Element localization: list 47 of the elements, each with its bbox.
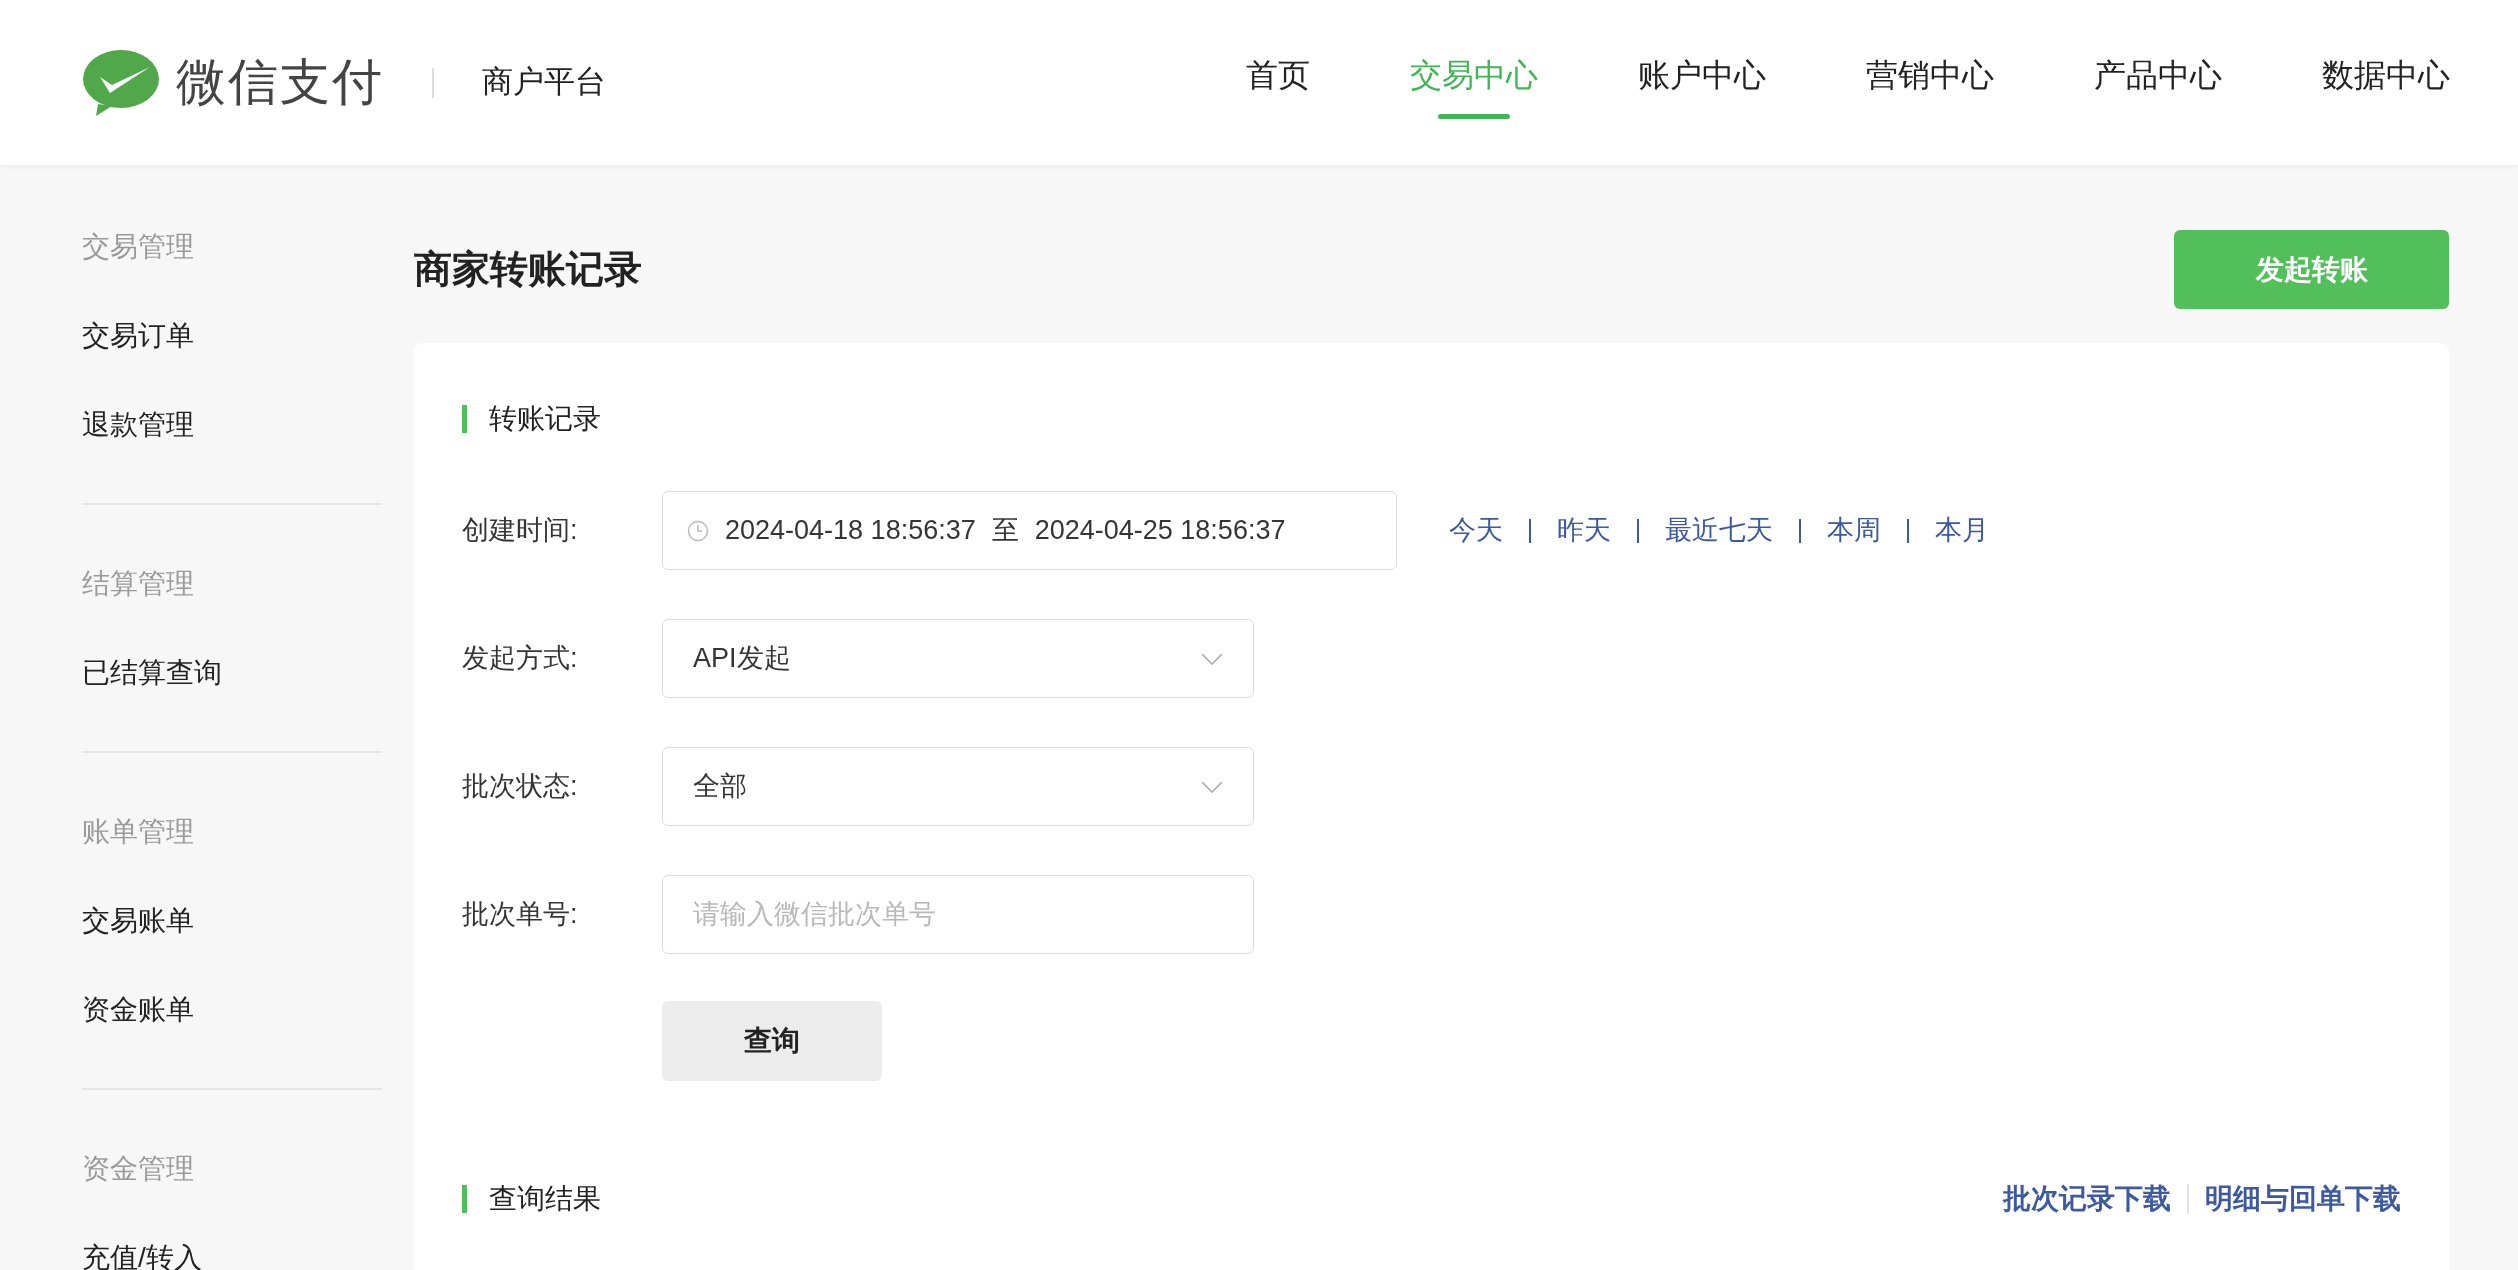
platform-name: 商户平台 — [482, 63, 606, 102]
nav-tab[interactable]: 首页 — [1246, 0, 1310, 149]
download-link[interactable]: 明细与回单下载 — [2205, 1178, 2401, 1220]
field-label: 批次单号: — [462, 898, 579, 932]
logo-icon — [82, 48, 160, 117]
select-field[interactable]: 全部 — [662, 747, 1254, 826]
end-date: 2024-04-25 18:56:37 — [1034, 514, 1286, 548]
range-separator: 至 — [991, 514, 1019, 548]
clock-icon — [687, 519, 709, 542]
sidebar-item[interactable]: 交易订单 — [82, 291, 382, 380]
download-link[interactable]: 批次记录下载 — [2003, 1178, 2171, 1220]
date-range-field[interactable]: 2024-04-18 18:56:37 至 2024-04-25 18:56:37 — [662, 491, 1397, 570]
section-accent-bar — [462, 405, 467, 433]
select-value: 全部 — [693, 770, 747, 804]
input-field[interactable]: 请输入微信批次单号 — [662, 875, 1254, 954]
sidebar-group-title: 资金管理 — [82, 1151, 195, 1186]
nav-tab[interactable]: 营销中心 — [1866, 0, 1994, 149]
date-shortcut-link[interactable]: 本周 — [1827, 510, 1881, 551]
date-shortcut-link[interactable]: 今天 — [1449, 510, 1503, 551]
sidebar-item[interactable]: 充值/转入 — [82, 1213, 382, 1270]
section-title: 转账记录 — [489, 402, 601, 436]
start-date: 2024-04-18 18:56:37 — [725, 514, 976, 548]
nav-tab[interactable]: 数据中心 — [2322, 0, 2450, 149]
sidebar-group-title: 账单管理 — [82, 814, 195, 849]
nav-tab[interactable]: 账户中心 — [1638, 0, 1766, 149]
field-label: 批次状态: — [462, 770, 579, 804]
chevron-down-icon — [1201, 780, 1223, 793]
sidebar-group-title: 结算管理 — [82, 566, 195, 601]
select-value: API发起 — [693, 642, 791, 676]
section-title: 查询结果 — [489, 1182, 601, 1216]
sidebar-group-title: 交易管理 — [82, 229, 195, 264]
section-accent-bar — [462, 1185, 467, 1213]
field-label: 创建时间: — [462, 514, 579, 548]
field-label: 发起方式: — [462, 642, 579, 676]
page-title: 商家转账记录 — [414, 247, 642, 292]
sidebar-item[interactable]: 退款管理 — [82, 380, 382, 469]
chevron-down-icon — [1201, 652, 1223, 665]
date-shortcut-link[interactable]: 本月 — [1935, 510, 1989, 551]
date-shortcut-link[interactable]: 昨天 — [1557, 510, 1611, 551]
sidebar-item[interactable]: 交易账单 — [82, 876, 382, 965]
nav-tab[interactable]: 产品中心 — [2094, 0, 2222, 149]
date-shortcut-link[interactable]: 最近七天 — [1665, 510, 1773, 551]
select-field[interactable]: API发起 — [662, 619, 1254, 698]
brand-name: 微信支付 — [176, 53, 384, 112]
query-button[interactable]: 查询 — [662, 1001, 882, 1081]
sidebar-item[interactable]: 已结算查询 — [82, 628, 382, 717]
sidebar-item[interactable]: 资金账单 — [82, 965, 382, 1054]
